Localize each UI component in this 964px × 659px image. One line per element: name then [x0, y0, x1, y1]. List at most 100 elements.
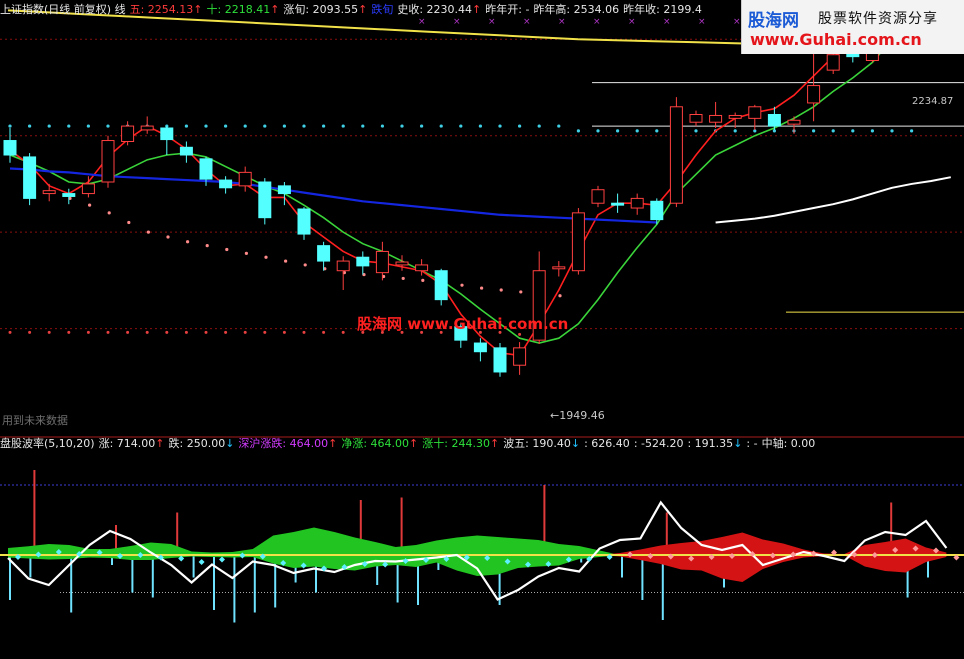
support-dot	[400, 124, 404, 128]
support-dot	[380, 124, 384, 128]
top-tick-mark: ×	[698, 17, 706, 27]
top-tick-mark: ×	[453, 17, 461, 27]
main-header-item: 史收: 2230.44	[397, 3, 473, 16]
resistance-dot	[166, 235, 170, 239]
resistance-dot	[264, 255, 268, 259]
main-header-item: 十: 2218.41	[206, 3, 271, 16]
sub-header-item: : -	[746, 437, 758, 450]
main-header-item: 昨年高: 2534.06	[533, 3, 620, 16]
resistance-dot	[421, 278, 425, 282]
candle-up	[375, 250, 389, 274]
resistance-dot	[558, 294, 562, 298]
center-watermark: 股海网 www.Guhai.com.cn	[357, 315, 569, 333]
support-dot	[812, 129, 816, 133]
watermark-title: 股海网	[748, 11, 799, 31]
support-dot	[86, 124, 90, 128]
support-dot	[733, 129, 737, 133]
top-tick-mark: ×	[558, 17, 566, 27]
main-header-item: 上证指数(日线 前复权) 线	[0, 3, 126, 16]
resistance-dot	[519, 290, 523, 294]
candle-up	[669, 106, 683, 204]
support-dot	[282, 124, 286, 128]
low-dot	[145, 330, 149, 334]
up-arrow-icon: ↑	[193, 3, 203, 16]
candle-down	[199, 158, 213, 180]
support-dot	[596, 129, 600, 133]
support-dot	[47, 124, 51, 128]
watermark-url: www.Guhai.com.cn	[750, 30, 922, 49]
candle-down	[767, 114, 781, 127]
sub-header-item: 涨十: 244.30	[422, 437, 490, 450]
watermark-subtitle: 股票软件资源分享	[818, 11, 938, 27]
resistance-dot	[205, 244, 209, 248]
top-tick-mark: ×	[663, 17, 671, 27]
support-dot	[341, 124, 345, 128]
support-dot	[439, 124, 443, 128]
candle-up	[591, 189, 605, 204]
support-dot	[420, 124, 424, 128]
up-arrow-icon: ↑	[358, 3, 368, 16]
support-dot	[910, 129, 914, 133]
support-dot	[851, 129, 855, 133]
candle-down	[219, 179, 233, 189]
up-arrow-icon: ↑	[270, 3, 280, 16]
sub-header-item: 深沪涨跌: 464.00	[238, 437, 329, 450]
support-dot	[694, 129, 698, 133]
sub-header-item: : 626.40	[584, 437, 630, 450]
candle-up	[238, 171, 252, 187]
support-dot	[478, 124, 482, 128]
main-header-item: 涨旬: 2093.55	[283, 3, 359, 16]
low-dot	[224, 330, 228, 334]
support-dot	[655, 129, 659, 133]
candle-up	[571, 212, 585, 272]
low-dot	[204, 330, 208, 334]
up-arrow-icon: ↑	[328, 437, 338, 450]
resistance-dot	[107, 211, 111, 215]
down-arrow-icon: ↓	[225, 437, 235, 450]
candle-up	[709, 114, 723, 123]
down-arrow-icon: ↓	[733, 437, 743, 450]
low-dot	[184, 330, 188, 334]
sub-header-item: 中轴: 0.00	[761, 437, 816, 450]
resistance-dot	[401, 276, 405, 281]
resistance-dot	[88, 203, 92, 207]
candle-down	[179, 146, 193, 156]
sub-header-item: 盘股波率(5,10,20)	[0, 437, 95, 450]
resistance-dot	[460, 283, 464, 287]
resistance-dot	[284, 259, 288, 263]
sub-header-item: : 191.35	[687, 437, 734, 450]
main-header-item: 跌旬	[371, 3, 394, 16]
support-dot	[831, 129, 835, 133]
low-dot	[47, 330, 51, 334]
candle-down	[317, 245, 331, 262]
support-dot	[498, 124, 502, 128]
resistance-dot	[303, 263, 307, 267]
up-arrow-icon: ↑	[472, 3, 482, 16]
resistance-dot	[244, 251, 248, 255]
top-tick-mark: ×	[418, 17, 426, 27]
main-header-item: 昨年收: 2199.4	[623, 3, 702, 16]
support-dot	[635, 129, 639, 133]
candle-up	[336, 260, 350, 272]
candle-up	[689, 114, 703, 123]
low-price-label: ←1949.46	[550, 409, 605, 422]
support-dot	[67, 124, 71, 128]
up-arrow-icon: ↑	[155, 437, 165, 450]
candle-down	[650, 200, 664, 221]
resistance-dot	[127, 220, 131, 225]
support-dot	[459, 124, 463, 128]
low-dot	[282, 330, 286, 334]
low-dot	[165, 330, 169, 334]
main-chart-header: 上证指数(日线 前复权) 线五: 2254.13↑ 十: 2218.41↑ 涨旬: …	[0, 3, 706, 17]
candle-down	[3, 140, 17, 156]
top-tick-mark: ×	[733, 17, 741, 27]
support-dot	[322, 124, 326, 128]
candle-down	[356, 256, 370, 267]
support-dot	[184, 124, 188, 128]
support-dot	[224, 124, 228, 128]
candle-up	[787, 119, 801, 125]
support-dot	[204, 124, 208, 128]
resistance-dot	[225, 247, 229, 252]
low-dot	[243, 330, 247, 334]
down-arrow-icon: ↓	[570, 437, 581, 450]
